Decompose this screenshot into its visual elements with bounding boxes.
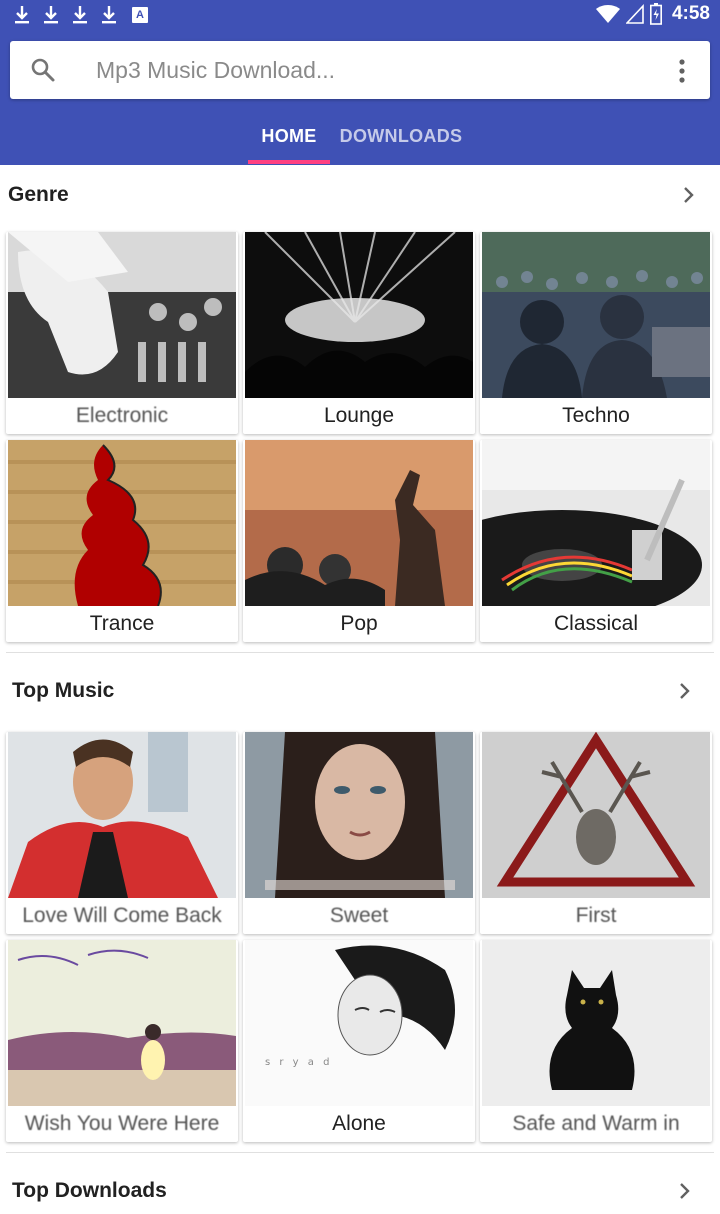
section-title: Top Downloads: [12, 1179, 167, 1202]
app-bar: A 4:58 HOME DOWNLOADS: [0, 0, 720, 165]
genre-image: [8, 232, 236, 398]
music-card-safe-and-warm-in[interactable]: Safe and Warm in: [480, 940, 712, 1142]
genre-card-classical[interactable]: Classical: [480, 440, 712, 642]
genre-image: [245, 440, 473, 606]
card-label: Safe and Warm in: [512, 1112, 680, 1135]
search-input[interactable]: [96, 49, 656, 91]
tab-home[interactable]: HOME: [248, 112, 330, 165]
music-card-love-will-come-back[interactable]: Love Will Come Back: [6, 732, 238, 934]
card-label: Lounge: [323, 404, 395, 427]
card-label: Electronic: [75, 404, 169, 427]
album-art: [8, 732, 236, 898]
section-divider: [6, 1152, 714, 1153]
card-label: Wish You Were Here: [24, 1112, 220, 1135]
notification-icons: A: [14, 5, 148, 25]
download-icon: [15, 6, 29, 24]
album-art: [482, 940, 710, 1106]
search-icon[interactable]: [30, 57, 56, 83]
section-title: Genre: [8, 183, 69, 206]
album-art: [245, 732, 473, 898]
section-title: Top Music: [12, 679, 115, 702]
tab-downloads[interactable]: DOWNLOADS: [336, 112, 466, 165]
genre-card-trance[interactable]: Trance: [6, 440, 238, 642]
text-a-icon: A: [132, 7, 148, 23]
download-icon: [102, 6, 116, 24]
card-label: Love Will Come Back: [22, 904, 222, 927]
section-divider: [6, 652, 714, 653]
card-label: Sweet: [329, 904, 389, 927]
album-art: [482, 732, 710, 898]
status-bar: A 4:58: [0, 0, 720, 32]
system-icons: 4:58: [595, 3, 710, 25]
download-icon: [44, 6, 58, 24]
card-label: Trance: [89, 612, 155, 635]
card-label: Classical: [553, 612, 639, 635]
search-bar[interactable]: [10, 41, 710, 99]
music-card-wish-you-were-here[interactable]: Wish You Were Here: [6, 940, 238, 1142]
chevron-right-icon[interactable]: [682, 185, 696, 205]
more-vert-icon[interactable]: [678, 58, 686, 84]
top-music-header[interactable]: Top Music: [0, 663, 720, 719]
chevron-right-icon[interactable]: [678, 1181, 692, 1201]
card-label: First: [575, 904, 617, 927]
tab-indicator: [248, 160, 330, 164]
genre-card-techno[interactable]: Techno: [480, 232, 712, 434]
genre-image: [8, 440, 236, 606]
genre-card-pop[interactable]: Pop: [243, 440, 475, 642]
card-label: Techno: [562, 404, 630, 427]
music-card-sweet[interactable]: Sweet: [243, 732, 475, 934]
card-label: Pop: [340, 612, 378, 635]
top-downloads-header[interactable]: Top Downloads: [0, 1163, 720, 1214]
genre-image: [482, 232, 710, 398]
genre-header[interactable]: Genre: [0, 167, 720, 223]
tab-bar: HOME DOWNLOADS: [0, 112, 720, 165]
download-icon: [73, 6, 87, 24]
music-card-alone[interactable]: s r y a d Alone: [243, 940, 475, 1142]
album-art: s r y a d: [245, 940, 473, 1106]
genre-image: [482, 440, 710, 606]
signal-icon: [625, 4, 644, 24]
clock: 4:58: [671, 3, 710, 24]
battery-icon: [649, 3, 662, 25]
music-card-first[interactable]: First: [480, 732, 712, 934]
genre-image: [245, 232, 473, 398]
genre-card-electronic[interactable]: Electronic: [6, 232, 238, 434]
album-art: [8, 940, 236, 1106]
genre-card-lounge[interactable]: Lounge: [243, 232, 475, 434]
wifi-icon: [595, 5, 620, 23]
card-label: Alone: [332, 1112, 386, 1135]
svg-text:s r y a d: s r y a d: [265, 1057, 332, 1068]
chevron-right-icon[interactable]: [678, 681, 692, 701]
